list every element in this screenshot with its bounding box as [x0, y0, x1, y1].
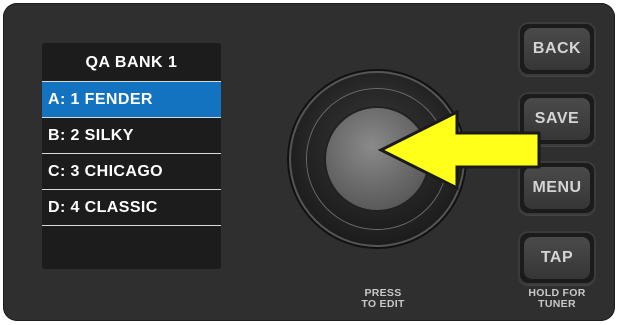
preset-item-c[interactable]: C: 3 CHICAGO: [42, 154, 221, 190]
back-button-label: BACK: [524, 28, 590, 70]
preset-display: QA BANK 1 A: 1 FENDER B: 2 SILKY C: 3 CH…: [42, 43, 221, 269]
tap-button[interactable]: TAP: [518, 231, 596, 285]
tap-button-label: TAP: [524, 237, 590, 279]
preset-item-b[interactable]: B: 2 SILKY: [42, 118, 221, 154]
tap-caption: HOLD FOR TUNER: [509, 288, 605, 310]
back-button[interactable]: BACK: [518, 22, 596, 76]
knob-caption: PRESS TO EDIT: [348, 288, 418, 310]
preset-item-a[interactable]: A: 1 FENDER: [42, 82, 221, 118]
tap-caption-line2: TUNER: [538, 298, 576, 310]
knob-caption-line2: TO EDIT: [361, 298, 405, 310]
preset-item-d[interactable]: D: 4 CLASSIC: [42, 190, 221, 226]
arrow-left-pointer-icon: [377, 109, 541, 191]
bank-title: QA BANK 1: [42, 43, 221, 82]
